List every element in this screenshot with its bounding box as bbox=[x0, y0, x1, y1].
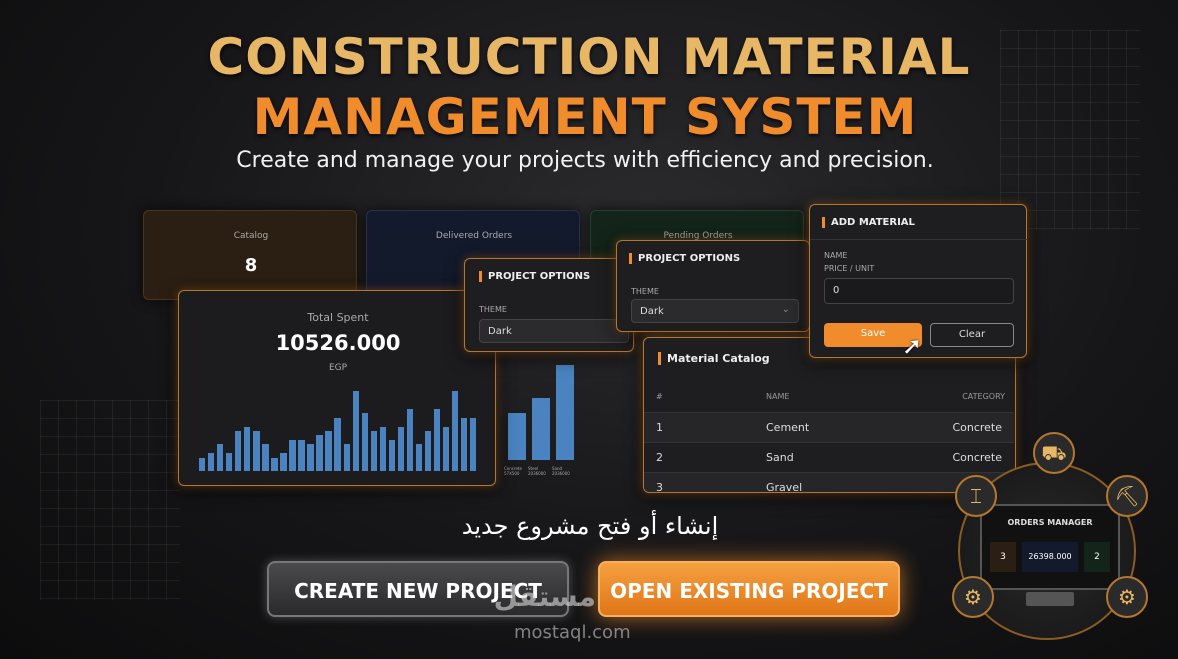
spend-bar bbox=[352, 391, 359, 471]
theme-select[interactable]: Dark bbox=[479, 319, 629, 343]
orders-stat-middle: 26398.000 bbox=[1022, 542, 1078, 572]
spending-bar-chart bbox=[199, 391, 479, 471]
project-options-panel: PROJECT OPTIONS THEME Dark bbox=[464, 258, 634, 352]
mini-bar-label: Sand 2036000 bbox=[552, 466, 570, 476]
spend-bar bbox=[451, 391, 459, 471]
spend-bar bbox=[217, 444, 224, 471]
monitor: ORDERS MANAGER 3 26398.000 2 bbox=[980, 504, 1120, 590]
row-category: Concrete bbox=[952, 421, 1002, 434]
mini-bar-label: Concrete 57X500 bbox=[504, 466, 523, 476]
orders-stat-left: 3 bbox=[990, 542, 1016, 572]
open-existing-project-button[interactable]: OPEN EXISTING PROJECT bbox=[598, 561, 900, 617]
catalog-card-value: 8 bbox=[244, 255, 258, 276]
wheelbarrow-icon: ⛏ bbox=[1106, 475, 1148, 517]
spend-bar bbox=[298, 439, 305, 471]
col-name: NAME bbox=[766, 392, 790, 401]
spend-bar bbox=[307, 444, 314, 471]
bg-grid-left bbox=[40, 400, 180, 600]
spend-bar bbox=[415, 444, 423, 471]
add-material-header: ADD MATERIAL bbox=[822, 217, 915, 228]
cursor-icon: ➚ bbox=[902, 332, 923, 360]
delivered-orders-label: Delivered Orders bbox=[435, 231, 513, 241]
price-label: PRICE / UNIT bbox=[824, 264, 875, 273]
col-category: CATEGORY bbox=[962, 392, 1005, 401]
spend-bar bbox=[235, 431, 242, 471]
total-spent-label: Total Spent bbox=[307, 311, 369, 324]
spend-bar bbox=[199, 457, 206, 471]
spend-bar bbox=[406, 408, 414, 471]
col-number: # bbox=[656, 392, 663, 401]
table-row[interactable]: 1 Cement Concrete bbox=[644, 412, 1014, 442]
price-input[interactable]: 0 bbox=[824, 278, 1014, 304]
catalog-card: Catalog 8 bbox=[143, 210, 357, 300]
catalog-title: Material Catalog bbox=[658, 352, 770, 365]
spend-bar bbox=[244, 426, 251, 471]
spend-bar bbox=[253, 431, 260, 471]
arabic-caption: إنشاء أو فتح مشروع جديد bbox=[461, 512, 719, 540]
row-name: Sand bbox=[766, 451, 794, 464]
orders-manager-title: ORDERS MANAGER bbox=[1007, 518, 1093, 527]
theme-label: THEME bbox=[479, 305, 507, 314]
mini-bar bbox=[556, 365, 574, 460]
spend-bar bbox=[271, 457, 278, 471]
watermark-latin: mostaql.com bbox=[514, 622, 631, 643]
spend-bar bbox=[379, 426, 386, 471]
spend-bar bbox=[325, 431, 332, 471]
spend-bar bbox=[334, 417, 341, 471]
theme-select-2[interactable]: Dark ⌄ bbox=[631, 299, 799, 323]
mini-bar-chart: Concrete 57X500 Steel 2036000 Sand 2036000 bbox=[500, 360, 580, 476]
spend-bar bbox=[361, 413, 368, 471]
spend-bar bbox=[397, 426, 405, 471]
total-spent-card: Total Spent 10526.000 EGP bbox=[178, 290, 496, 486]
orders-stat-right: 2 bbox=[1084, 542, 1110, 572]
row-name: Cement bbox=[766, 421, 810, 434]
row-number: 1 bbox=[656, 421, 663, 434]
theme-label-2: THEME bbox=[631, 287, 659, 296]
total-spent-unit: EGP bbox=[328, 363, 348, 373]
mini-bar-area: Concrete 57X500 Steel 2036000 Sand 2036000 bbox=[500, 360, 580, 476]
concrete-mixer-icon: ⛟ bbox=[1033, 432, 1075, 474]
chevron-down-icon: ⌄ bbox=[781, 304, 790, 315]
spend-bar bbox=[370, 431, 377, 471]
row-category: Concrete bbox=[952, 451, 1002, 464]
spend-bar bbox=[343, 444, 350, 471]
project-options-header: PROJECT OPTIONS bbox=[479, 271, 590, 282]
spend-bar bbox=[280, 453, 287, 471]
watermark-arabic: مستقل bbox=[493, 580, 596, 613]
page-subtitle: Create and manage your projects with eff… bbox=[236, 148, 934, 173]
page-title-line2: MANAGEMENT SYSTEM bbox=[252, 88, 918, 146]
row-number: 2 bbox=[656, 451, 663, 464]
page-title-line1: CONSTRUCTION MATERIAL bbox=[207, 28, 971, 86]
spend-bar bbox=[424, 431, 432, 471]
spend-bar bbox=[442, 426, 450, 471]
mini-bar-label: Steel 2036000 bbox=[528, 466, 546, 476]
project-options-header-2: PROJECT OPTIONS bbox=[629, 253, 740, 264]
material-catalog-panel: Material Catalog # NAME CATEGORY 1 Cemen… bbox=[643, 337, 1016, 493]
mini-bar bbox=[508, 412, 526, 460]
spend-bar bbox=[433, 408, 441, 471]
total-spent-value: 10526.000 bbox=[275, 331, 401, 355]
spend-bar bbox=[262, 444, 269, 471]
name-label: NAME bbox=[824, 251, 848, 260]
monitor-stand bbox=[1026, 592, 1074, 606]
spend-bar bbox=[226, 453, 233, 471]
spend-bar bbox=[316, 435, 323, 471]
spend-bar bbox=[469, 417, 477, 471]
spend-bar bbox=[289, 439, 296, 471]
catalog-card-label: Catalog bbox=[233, 231, 269, 241]
spend-bar bbox=[388, 439, 395, 471]
gears-icon: ⚙ bbox=[952, 576, 994, 618]
table-header: # NAME CATEGORY bbox=[644, 386, 1015, 410]
clear-button[interactable]: Clear bbox=[930, 323, 1014, 347]
mini-bar bbox=[532, 398, 550, 460]
row-number: 3 bbox=[656, 481, 663, 493]
row-name: Gravel bbox=[766, 481, 803, 493]
spend-bar bbox=[460, 417, 468, 471]
spend-bar bbox=[208, 453, 215, 471]
steel-beam-icon: ⌶ bbox=[955, 475, 997, 517]
theme-select-value: Dark bbox=[640, 306, 664, 317]
project-options-panel-2: PROJECT OPTIONS THEME Dark ⌄ bbox=[616, 240, 810, 332]
gear-icon: ⚙ bbox=[1106, 576, 1148, 618]
table-row[interactable]: 2 Sand Concrete bbox=[644, 442, 1014, 472]
